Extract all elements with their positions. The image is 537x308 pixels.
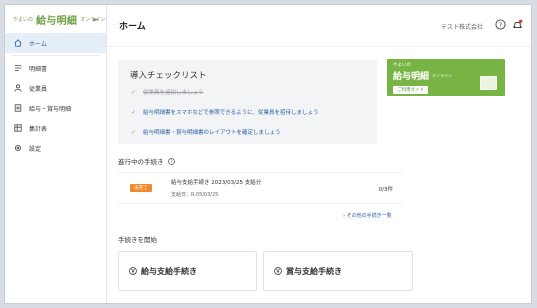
document-icon: [14, 104, 22, 112]
salary-procedure-label: 給与支給手続き: [141, 267, 197, 276]
banner-prefix: やよいの: [393, 63, 411, 68]
brand-name: 給与明細: [36, 15, 78, 27]
link-label: その他の手続き一覧: [346, 213, 392, 219]
bonus-procedure-label: 賞与支給手続き: [286, 267, 342, 276]
yen-coin-icon: [274, 267, 282, 275]
banner-suffix: オンライン: [432, 73, 452, 78]
sidebar-item-label: 明細書: [29, 65, 48, 73]
brand-prefix: やよいの: [13, 16, 34, 23]
list-icon: [14, 64, 22, 72]
user-guide-banner[interactable]: やよいの 給与明細 オンライン ご利用ガイド: [387, 59, 505, 96]
checklist-item[interactable]: ✓ 給与明細書・賞与明細書のレイアウトを確定しましょう: [131, 128, 281, 137]
start-procedure-heading: 手続きを開始: [118, 234, 157, 244]
procedure-title: 給与支給手続き 2023/03/25 支給分: [171, 180, 262, 186]
banner-guide-button[interactable]: ご利用ガイド: [393, 86, 428, 94]
sidebar-item-home[interactable]: ホーム: [5, 33, 106, 53]
section-title: 手続きを開始: [118, 236, 157, 244]
app-window: やよいの 給与明細 オンライン ⇤ ホーム 明細書 従業員 給与・賞与明細 集計…: [4, 4, 532, 304]
checklist-item[interactable]: ✓ 給与明細書をスマホなどで参照できるように、従業員を招待しましょう: [131, 108, 319, 117]
sidebar-item-label: 設定: [29, 145, 42, 153]
person-icon: [14, 84, 22, 92]
bonus-procedure-card[interactable]: 賞与支給手続き: [263, 251, 413, 291]
help-icon[interactable]: ?: [167, 157, 175, 165]
svg-text:?: ?: [499, 21, 502, 29]
salary-procedure-card[interactable]: 給与支給手続き: [118, 251, 257, 291]
check-icon: ✓: [131, 128, 137, 136]
checklist-item-label: 給与明細書・賞与明細書のレイアウトを確定しましょう: [143, 130, 281, 136]
divider: [11, 55, 100, 56]
sidebar-item-label: 給与・賞与明細: [29, 105, 72, 113]
sidebar-item-label: 集計表: [29, 125, 48, 133]
home-icon: [14, 39, 22, 47]
checklist-item-label: 給与明細書をスマホなどで参照できるように、従業員を招待しましょう: [143, 110, 319, 116]
top-header: ホーム テスト株式会社 ?: [107, 5, 531, 47]
payment-date: 支給日：R.05/03/25: [171, 192, 219, 198]
sidebar-item-employees[interactable]: 従業員: [5, 78, 106, 98]
section-title: 進行中の手続き: [118, 158, 164, 166]
bell-icon[interactable]: [512, 19, 523, 30]
checklist-title: 導入チェックリスト: [130, 71, 207, 81]
sidebar-item-payslips[interactable]: 給与・賞与明細: [5, 98, 106, 118]
company-name[interactable]: テスト株式会社: [441, 22, 483, 31]
in-progress-heading: 進行中の手続き ?: [118, 156, 175, 166]
sidebar-item-settings[interactable]: 設定: [5, 138, 106, 158]
collapse-sidebar-icon[interactable]: ⇤: [93, 16, 99, 24]
banner-title: 給与明細: [393, 72, 430, 82]
phone-illustration-icon: [480, 76, 497, 90]
help-icon[interactable]: ?: [495, 19, 506, 30]
check-icon: ✓: [131, 108, 137, 116]
see-all-procedures-link[interactable]: › その他の手続き一覧: [343, 212, 392, 219]
brand-logo[interactable]: やよいの 給与明細 オンライン ⇤: [5, 5, 106, 33]
in-progress-row[interactable]: 未完了 給与支給手続き 2023/03/25 支給分 支給日：R.05/03/2…: [118, 172, 403, 204]
checklist-item[interactable]: ✓ 従業員を追加しましょう: [131, 88, 204, 97]
status-badge: 未完了: [130, 184, 152, 192]
sidebar-item-label: ホーム: [29, 40, 47, 48]
yen-coin-icon: [129, 267, 137, 275]
sidebar-item-statements[interactable]: 明細書: [5, 58, 106, 78]
gear-icon: [14, 144, 22, 152]
page-title: ホーム: [119, 22, 146, 32]
check-icon: ✓: [131, 88, 137, 96]
chevron-right-icon: ›: [343, 213, 345, 219]
sidebar: やよいの 給与明細 オンライン ⇤ ホーム 明細書 従業員 給与・賞与明細 集計…: [5, 5, 107, 303]
sidebar-item-label: 従業員: [29, 85, 48, 93]
svg-text:?: ?: [170, 159, 172, 164]
onboarding-checklist: 導入チェックリスト ✓ 従業員を追加しましょう ✓ 給与明細書をスマホなどで参照…: [118, 60, 377, 144]
sidebar-item-summary[interactable]: 集計表: [5, 118, 106, 138]
checklist-item-label: 従業員を追加しましょう: [143, 90, 204, 96]
table-icon: [14, 124, 22, 132]
progress-count: 0/3件: [378, 187, 393, 193]
